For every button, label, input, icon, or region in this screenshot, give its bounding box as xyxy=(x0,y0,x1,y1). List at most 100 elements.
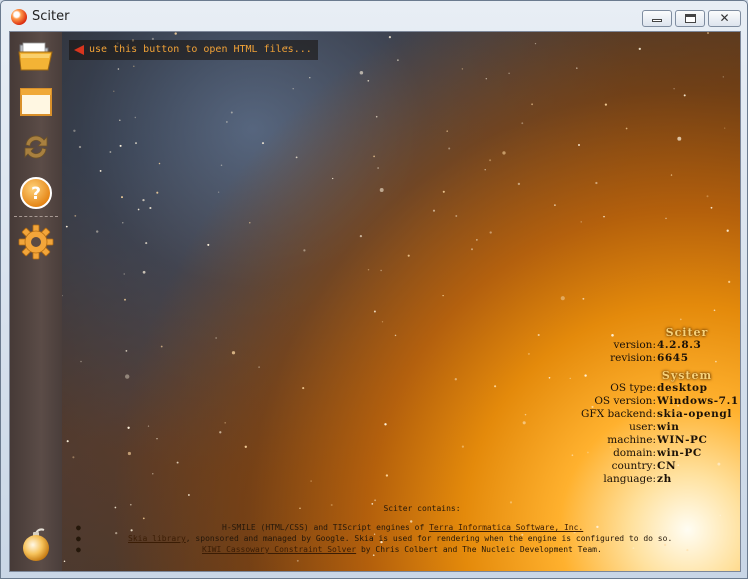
star xyxy=(407,254,410,257)
star xyxy=(249,222,251,224)
star xyxy=(576,67,578,69)
star xyxy=(673,87,675,90)
close-icon: ✕ xyxy=(719,11,730,25)
system-section-title: System xyxy=(661,369,713,382)
sciter-section-title: Sciter xyxy=(665,326,709,339)
star xyxy=(367,79,370,82)
star xyxy=(489,231,492,234)
star xyxy=(72,456,75,459)
star xyxy=(220,164,223,167)
terra-informatica-link[interactable]: Terra Informatica Software, Inc. xyxy=(429,523,583,532)
star xyxy=(728,280,731,284)
star xyxy=(74,214,77,217)
star xyxy=(244,445,247,448)
star xyxy=(156,438,158,440)
settings-button[interactable] xyxy=(17,223,55,261)
reload-button[interactable] xyxy=(17,128,55,166)
star xyxy=(219,431,222,434)
hint-text: use this button to open HTML files... xyxy=(89,44,312,55)
star xyxy=(502,151,506,155)
star xyxy=(706,195,709,198)
star xyxy=(217,191,220,193)
star xyxy=(96,230,99,233)
star xyxy=(379,188,384,192)
star xyxy=(707,32,709,34)
info-value: win-PC xyxy=(657,447,702,459)
star xyxy=(560,296,565,301)
star xyxy=(377,167,379,169)
star xyxy=(679,318,682,321)
help-button[interactable]: ? xyxy=(17,174,55,212)
window-title: Sciter xyxy=(32,9,70,24)
star xyxy=(310,480,312,482)
star xyxy=(156,191,159,194)
star xyxy=(296,559,299,562)
minimize-button[interactable] xyxy=(642,10,672,27)
info-key: GFX backend: xyxy=(581,408,656,420)
star xyxy=(484,169,486,171)
minimize-icon xyxy=(652,19,662,22)
star xyxy=(476,239,478,241)
inspector-button[interactable] xyxy=(17,526,55,564)
info-row-user: user: win xyxy=(532,421,740,434)
kiwi-solver-link[interactable]: KIWI Cassowary Constraint Solver xyxy=(202,545,356,554)
sciter-app-icon xyxy=(11,9,27,25)
star xyxy=(80,360,82,363)
star xyxy=(309,77,311,79)
info-value: skia-opengl xyxy=(657,408,732,420)
star xyxy=(374,499,376,502)
info-value: Windows-7.1 xyxy=(657,395,739,407)
info-key: country: xyxy=(611,460,656,472)
star xyxy=(665,217,667,220)
star xyxy=(226,121,228,123)
star xyxy=(152,473,154,475)
star xyxy=(726,229,729,232)
credits-title: Sciter contains: xyxy=(383,504,461,513)
help-icon: ? xyxy=(20,177,52,209)
info-row-machine: machine: WIN-PC xyxy=(532,434,740,447)
info-value: 6645 xyxy=(657,352,689,364)
star xyxy=(683,94,686,97)
star xyxy=(710,206,713,209)
star xyxy=(176,461,179,464)
info-value: desktop xyxy=(657,382,708,394)
sidebar-toolbar: ? xyxy=(10,32,62,571)
app-window: Sciter ✕ ? use this button to open HTML … xyxy=(0,0,748,579)
star xyxy=(66,440,69,443)
star xyxy=(471,248,473,251)
star xyxy=(724,127,726,129)
star xyxy=(670,174,673,176)
star xyxy=(147,425,150,427)
credits-skia-text: , sponsored and managed by Google. Skia … xyxy=(185,534,673,543)
star xyxy=(722,76,724,78)
star xyxy=(604,103,608,106)
bullet-icon: ● xyxy=(76,545,81,554)
new-window-button[interactable] xyxy=(17,83,55,121)
star xyxy=(577,143,581,147)
star xyxy=(455,215,458,217)
skia-library-link[interactable]: Skia library xyxy=(128,534,186,543)
star xyxy=(109,151,112,153)
star xyxy=(261,142,265,145)
info-row-os-version: OS version: Windows-7.1 xyxy=(532,395,740,408)
star xyxy=(524,413,527,416)
star xyxy=(63,560,66,563)
open-file-button[interactable] xyxy=(17,37,55,75)
star xyxy=(388,36,391,39)
star xyxy=(625,127,628,130)
close-button[interactable]: ✕ xyxy=(708,10,741,27)
info-value: zh xyxy=(657,473,672,485)
maximize-button[interactable] xyxy=(675,10,705,27)
info-row-version: version: 4.2.8.3 xyxy=(532,339,740,352)
star xyxy=(224,421,227,424)
star xyxy=(713,309,716,312)
star xyxy=(142,270,146,274)
info-key: user: xyxy=(629,421,656,433)
star xyxy=(332,177,334,180)
title-bar[interactable]: Sciter ✕ xyxy=(1,1,747,31)
star xyxy=(258,366,260,368)
star xyxy=(522,421,526,425)
star xyxy=(603,215,605,218)
star xyxy=(78,145,82,149)
star xyxy=(521,122,524,125)
